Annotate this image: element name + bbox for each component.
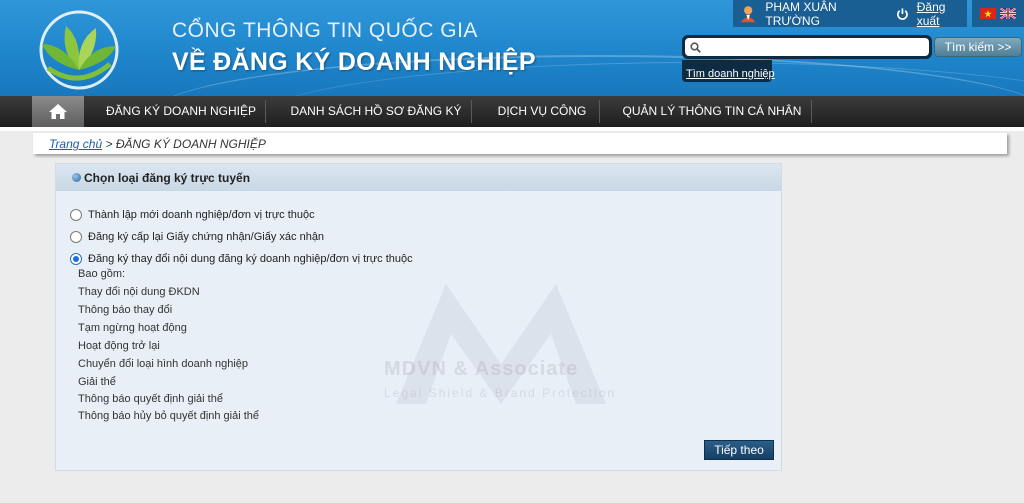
vn-flag-icon[interactable]	[980, 8, 996, 19]
search-button[interactable]: Tìm kiếm >>	[934, 37, 1022, 57]
registration-type-panel: Chọn loại đăng ký trực tuyến MDVN & Asso…	[55, 163, 782, 471]
user-name[interactable]: PHẠM XUÂN TRƯỜNG	[765, 0, 884, 28]
include-item: Tạm ngừng hoạt động	[78, 322, 187, 334]
user-icon	[740, 5, 756, 22]
nav-underline	[0, 127, 1024, 131]
next-button[interactable]: Tiếp theo	[704, 440, 774, 460]
include-item: Thông báo hủy bỏ quyết định giải thể	[78, 410, 260, 422]
radio-button[interactable]	[70, 209, 82, 221]
breadcrumb-text: Trang chủ > ĐĂNG KÝ DOANH NGHIỆP	[49, 137, 266, 151]
include-item: Hoạt động trở lại	[78, 340, 160, 352]
panel-title: Chọn loại đăng ký trực tuyến	[84, 171, 251, 185]
include-item: Giải thể	[78, 376, 116, 388]
logout-link[interactable]: Đăng xuất	[917, 0, 967, 28]
search-box	[682, 35, 932, 59]
nav-divider	[599, 100, 600, 123]
breadcrumb-home-link[interactable]: Trang chủ	[49, 137, 102, 151]
nav-home-button[interactable]	[32, 96, 84, 127]
uk-flag-icon[interactable]	[1000, 8, 1016, 19]
option-label: Thành lập mới doanh nghiệp/đơn vị trực t…	[88, 209, 315, 221]
search-icon	[690, 42, 701, 53]
watermark-title: MDVN & Associate	[384, 358, 579, 380]
panel-header: Chọn loại đăng ký trực tuyến	[56, 164, 781, 191]
nav-item-dang-ky-doanh-nghiep[interactable]: ĐĂNG KÝ DOANH NGHIỆP	[96, 96, 266, 127]
find-business-link[interactable]: Tìm doanh nghiệp	[686, 68, 775, 80]
option-label: Đăng ký thay đổi nội dung đăng ký doanh …	[88, 253, 413, 265]
search-input[interactable]	[685, 38, 929, 56]
portal-subtitle: CỔNG THÔNG TIN QUỐC GIA	[172, 19, 478, 42]
user-bar: PHẠM XUÂN TRƯỜNG Đăng xuất	[733, 0, 967, 28]
include-item: Chuyển đổi loại hình doanh nghiệp	[78, 358, 249, 370]
option-cap-lai[interactable]: Đăng ký cấp lại Giấy chứng nhận/Giấy xác…	[70, 229, 324, 245]
power-icon[interactable]	[896, 7, 909, 21]
option-label: Đăng ký cấp lại Giấy chứng nhận/Giấy xác…	[88, 231, 325, 243]
logo-icon[interactable]	[30, 8, 128, 92]
nav-item-danh-sach-ho-so[interactable]: DANH SÁCH HỒ SƠ ĐĂNG KÝ	[280, 96, 472, 127]
language-switcher	[972, 0, 1024, 27]
home-icon	[49, 104, 67, 119]
nav-divider	[811, 100, 812, 123]
breadcrumb-current: ĐĂNG KÝ DOANH NGHIỆP	[115, 137, 266, 151]
include-item: Thay đổi nội dung ĐKDN	[78, 286, 200, 298]
option-thay-doi-noi-dung[interactable]: Đăng ký thay đổi nội dung đăng ký doanh …	[70, 251, 413, 267]
radio-button-selected[interactable]	[70, 253, 82, 265]
nav-item-dich-vu-cong[interactable]: DỊCH VỤ CÔNG	[484, 96, 600, 127]
bullet-icon	[72, 173, 81, 182]
include-item: Thông báo thay đổi	[78, 304, 173, 316]
breadcrumb: Trang chủ > ĐĂNG KÝ DOANH NGHIỆP	[33, 133, 1007, 154]
portal-title: VỀ ĐĂNG KÝ DOANH NGHIỆP	[172, 48, 536, 76]
watermark-subtitle: Legal Shield & Brand Protection	[384, 386, 617, 400]
breadcrumb-separator: >	[102, 137, 116, 151]
nav-item-quan-ly-thong-tin[interactable]: QUẢN LÝ THÔNG TIN CÁ NHÂN	[612, 96, 812, 127]
nav-divider	[471, 100, 472, 123]
radio-button[interactable]	[70, 231, 82, 243]
includes-label: Bao gồm:	[78, 268, 126, 280]
nav-divider	[265, 100, 266, 123]
include-item: Thông báo quyết định giải thể	[78, 393, 223, 405]
main-nav: ĐĂNG KÝ DOANH NGHIỆP DANH SÁCH HỒ SƠ ĐĂN…	[0, 96, 1024, 127]
option-thanh-lap-moi[interactable]: Thành lập mới doanh nghiệp/đơn vị trực t…	[70, 207, 315, 223]
site-header: CỔNG THÔNG TIN QUỐC GIA VỀ ĐĂNG KÝ DOANH…	[0, 0, 1024, 96]
